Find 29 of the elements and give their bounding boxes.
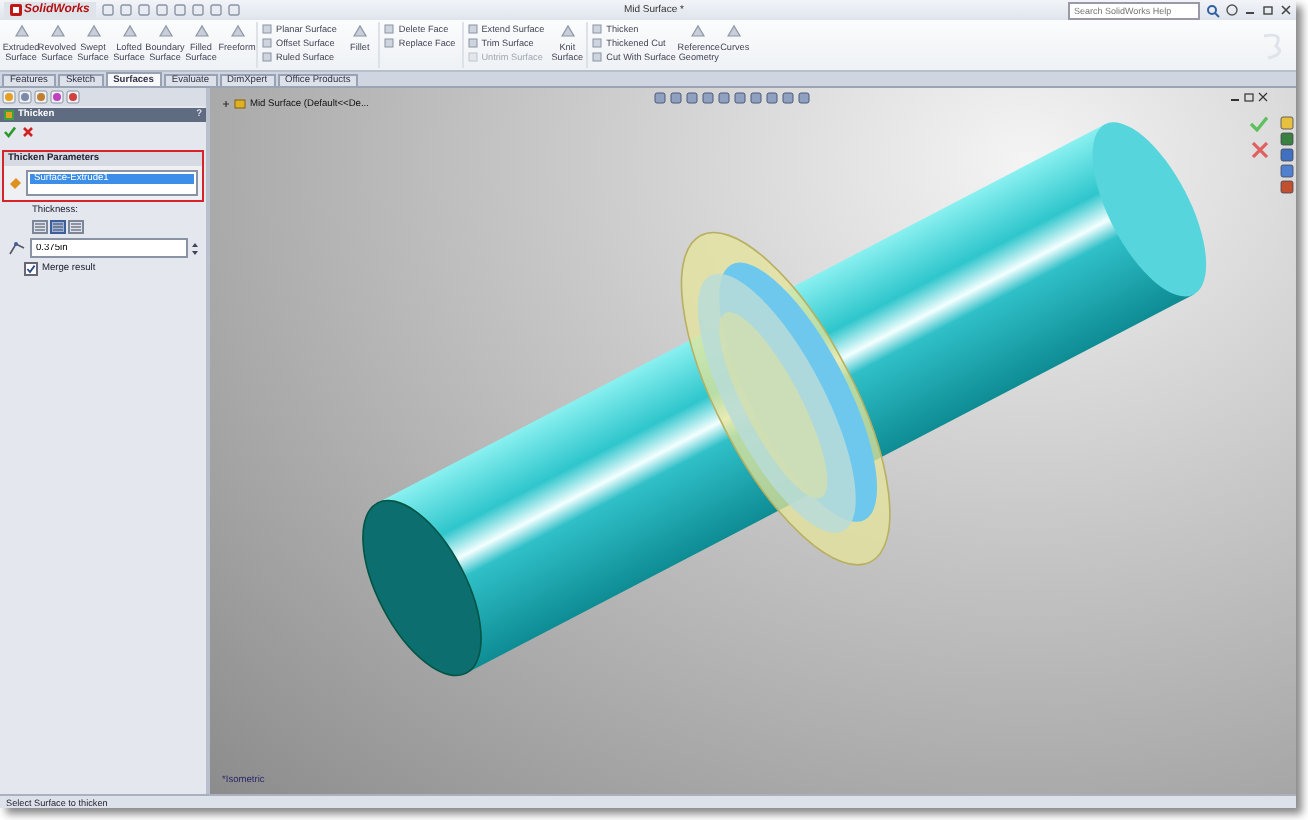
tool-icon	[13, 24, 29, 40]
tool-icon	[85, 24, 101, 40]
lines-icon	[52, 222, 64, 232]
thicken-icon	[4, 110, 14, 120]
checkmark-icon[interactable]	[4, 126, 16, 138]
thickness-side-button[interactable]	[68, 220, 84, 234]
close-icon[interactable]	[1280, 4, 1292, 16]
thickness-side-button[interactable]	[32, 220, 48, 234]
restore-icon[interactable]	[1244, 92, 1254, 102]
tool-icon	[49, 24, 65, 40]
expand-icon[interactable]	[222, 100, 230, 108]
restore-icon[interactable]	[1262, 4, 1274, 16]
thickness-side-button[interactable]	[50, 220, 66, 234]
tool-icon	[690, 24, 707, 40]
lines-icon	[70, 222, 82, 232]
part-icon	[234, 98, 246, 110]
tool-icon	[157, 24, 173, 40]
checkmark-icon[interactable]	[1250, 116, 1268, 132]
checkmark-icon	[26, 264, 36, 274]
logo-icon	[10, 4, 22, 16]
tool-icon	[193, 24, 209, 40]
close-icon[interactable]	[22, 126, 34, 138]
close-icon[interactable]	[1258, 92, 1268, 102]
tool-icon	[229, 24, 245, 40]
tool-icon	[726, 24, 743, 40]
lines-icon	[34, 222, 46, 232]
spin-arrows-icon[interactable]	[192, 241, 198, 255]
tool-icon	[121, 24, 137, 40]
checkbox[interactable]	[24, 262, 38, 276]
